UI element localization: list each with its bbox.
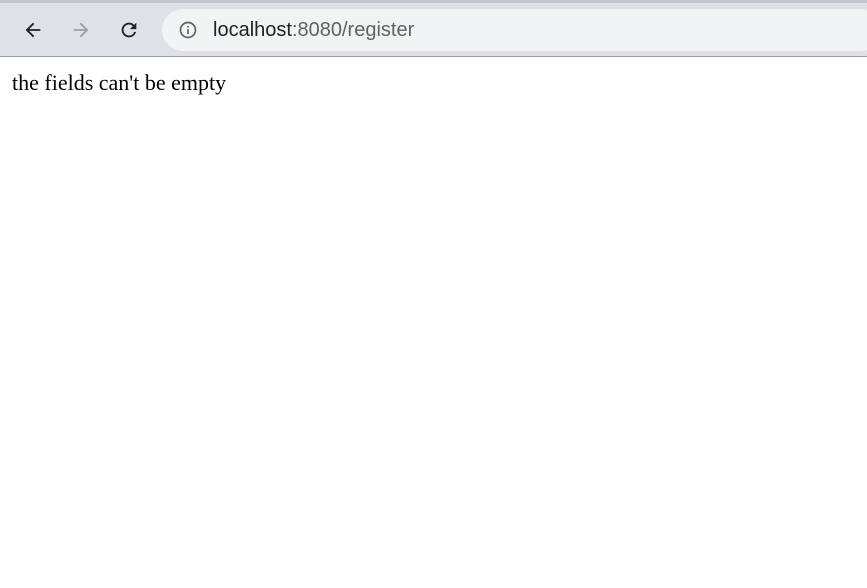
address-bar[interactable]: localhost:8080/register	[162, 9, 867, 51]
forward-button[interactable]	[63, 12, 99, 48]
arrow-left-icon	[25, 22, 41, 38]
address-host: localhost	[213, 19, 292, 41]
reload-button[interactable]	[111, 12, 147, 48]
reload-icon	[121, 22, 137, 38]
arrow-right-icon	[73, 22, 89, 38]
info-circle-icon[interactable]	[178, 20, 198, 40]
address-url[interactable]: localhost:8080/register	[213, 18, 414, 42]
error-message: the fields can't be empty	[12, 70, 227, 95]
address-path: :8080/register	[291, 19, 415, 41]
back-button[interactable]	[15, 12, 51, 48]
page-content: the fields can't be empty	[0, 57, 867, 588]
browser-toolbar: localhost:8080/register	[0, 0, 867, 57]
